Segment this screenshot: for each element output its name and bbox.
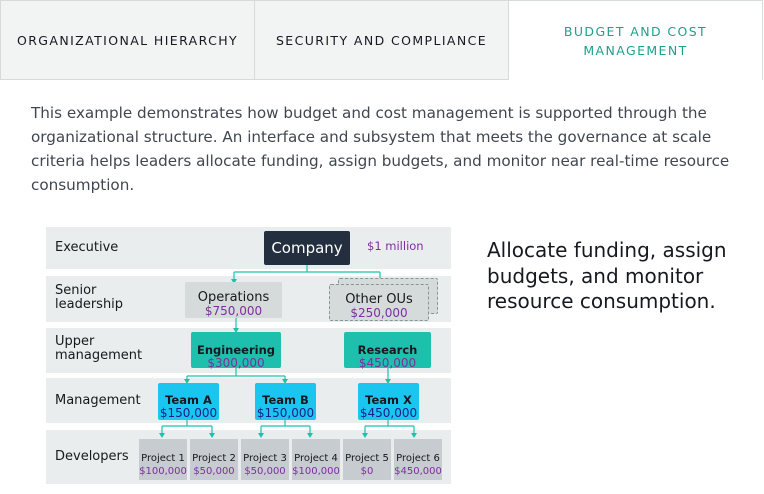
tab-bar: ORGANIZATIONAL HIERARCHY SECURITY AND CO…: [0, 0, 764, 81]
tab-label: SECURITY AND COMPLIANCE: [275, 32, 488, 48]
operations-budget: $750,000: [204, 304, 263, 318]
intro-paragraph: This example demonstrates how budget and…: [31, 104, 730, 194]
other-ous-name: Other OUs: [345, 292, 413, 307]
row-label-management: Management: [55, 393, 141, 408]
research-box: Research $450,000: [344, 332, 431, 370]
tab-security-and-compliance[interactable]: SECURITY AND COMPLIANCE: [254, 0, 509, 80]
engineering-box: Engineering $300,000: [191, 332, 281, 370]
project-3-name: Project 3: [243, 453, 287, 464]
team-x-box: Team X $450,000: [358, 383, 419, 420]
tab-budget-and-cost-management[interactable]: BUDGET AND COST MANAGEMENT: [508, 0, 763, 80]
row-label-upper-management: Upper management: [55, 334, 143, 363]
tab-label: BUDGET AND COST MANAGEMENT: [563, 23, 708, 58]
team-b-name: Team B: [262, 393, 309, 407]
team-b-box: Team B $150,000: [255, 383, 316, 420]
project-1-box: Project 1 $100,000: [139, 439, 187, 480]
engineering-budget: $300,000: [207, 356, 265, 370]
project-5-name: Project 5: [345, 453, 389, 464]
research-budget: $450,000: [358, 356, 417, 370]
research-name: Research: [357, 343, 418, 357]
engineering-name: Engineering: [196, 343, 276, 357]
team-x-budget: $450,000: [359, 406, 418, 420]
team-b-budget: $150,000: [256, 406, 315, 420]
project-6-box: Project 6 $450,000: [394, 439, 442, 480]
project-4-box: Project 4 $100,000: [292, 439, 340, 480]
team-a-budget: $150,000: [159, 406, 218, 420]
company-box: Company: [264, 231, 350, 265]
project-5-budget: $0: [360, 466, 374, 477]
row-label-senior-leadership: Senior leadership: [55, 283, 124, 312]
project-2-box: Project 2 $50,000: [190, 439, 238, 480]
team-a-box: Team A $150,000: [158, 383, 219, 420]
team-a-name: Team A: [165, 393, 212, 407]
callout-text: Allocate funding, assign budgets, and mo…: [487, 238, 727, 313]
team-x-name: Team X: [365, 393, 412, 407]
company-name: Company: [271, 239, 343, 257]
row-label-developers: Developers: [55, 449, 129, 464]
project-3-box: Project 3 $50,000: [241, 439, 289, 480]
row-label-executive: Executive: [55, 240, 119, 255]
project-4-name: Project 4: [294, 453, 338, 464]
project-1-name: Project 1: [141, 453, 185, 464]
company-budget: $1 million: [367, 239, 424, 253]
tab-label: ORGANIZATIONAL HIERARCHY: [16, 32, 239, 48]
project-1-budget: $100,000: [139, 466, 187, 477]
project-2-name: Project 2: [192, 453, 236, 464]
project-3-budget: $50,000: [244, 466, 286, 477]
tab-organizational-hierarchy[interactable]: ORGANIZATIONAL HIERARCHY: [0, 0, 255, 80]
other-ous-budget: $250,000: [350, 306, 408, 320]
project-4-budget: $100,000: [292, 466, 340, 477]
project-2-budget: $50,000: [193, 466, 235, 477]
operations-box: Operations $750,000: [185, 282, 282, 318]
project-6-name: Project 6: [396, 453, 440, 464]
project-6-budget: $450,000: [394, 466, 442, 477]
other-ous-box: Other OUs $250,000: [329, 284, 429, 321]
operations-name: Operations: [197, 290, 270, 305]
project-5-box: Project 5 $0: [343, 439, 391, 480]
